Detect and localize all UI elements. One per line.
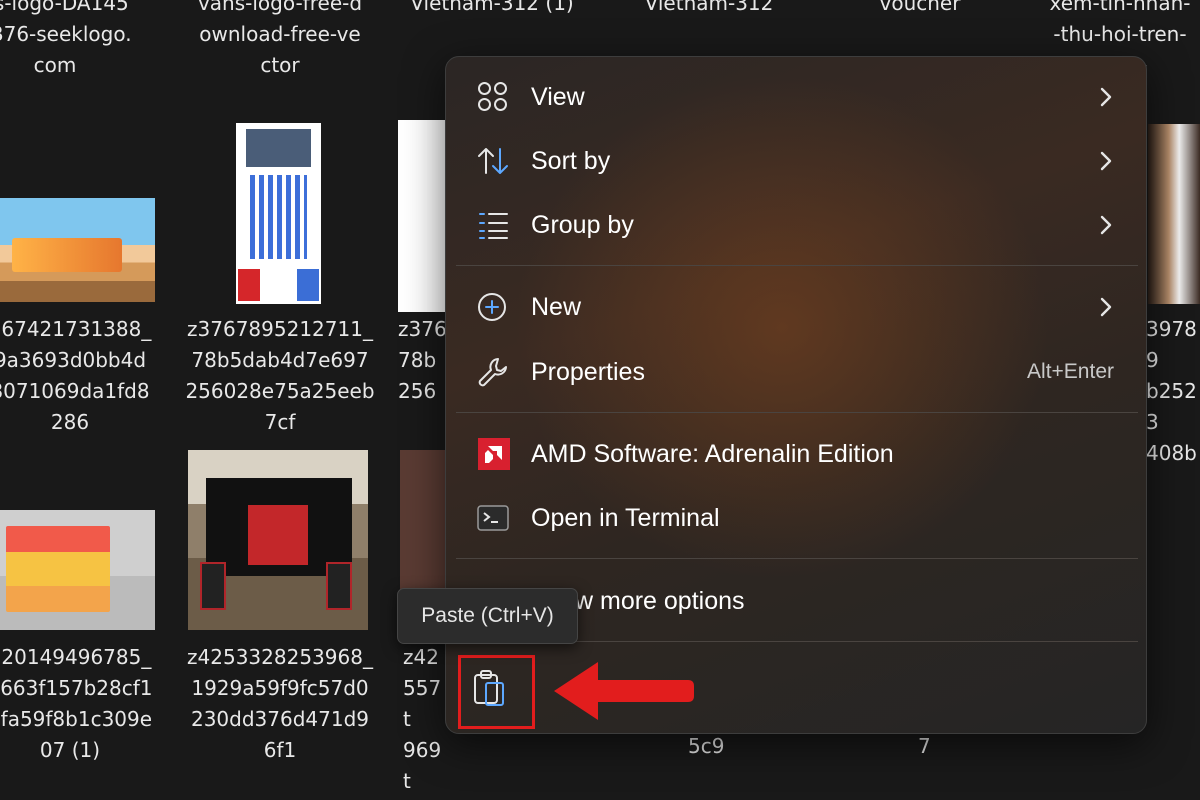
menu-item-label: Properties xyxy=(531,358,645,386)
file-name: 408b xyxy=(1146,441,1197,465)
file-item[interactable]: 820149496785_ 0663f157b28cf1 1fa59f8b1c3… xyxy=(0,642,165,766)
menu-item-label: Open in Terminal xyxy=(531,504,720,532)
display-stand-shape xyxy=(200,562,226,610)
menu-item-new[interactable]: New xyxy=(460,277,1134,337)
file-item[interactable]: voucher xyxy=(830,0,1010,19)
chevron-right-icon xyxy=(1096,145,1116,177)
sort-arrows-icon xyxy=(476,145,510,177)
file-name: ownload-free-ve xyxy=(199,22,361,46)
grid-view-icon xyxy=(476,81,510,113)
file-name: -thu-hoi-tren- xyxy=(1053,22,1187,46)
terminal-icon xyxy=(476,502,510,534)
menu-item-label: New xyxy=(531,293,582,321)
file-thumbnail[interactable] xyxy=(398,120,448,312)
file-item[interactable]: 767421731388_ 9a3693d0bb4d 8071069da1fd8… xyxy=(0,314,165,438)
file-name: 256028e75a25eeb xyxy=(185,379,375,403)
file-name: Vietnam-312 xyxy=(644,0,774,15)
file-name: 9a3693d0bb4d xyxy=(0,348,147,372)
file-name: 7cf xyxy=(264,410,296,434)
menu-item-open-in-terminal[interactable]: Open in Terminal xyxy=(460,488,1134,548)
menu-item-amd-software[interactable]: AMD Software: Adrenalin Edition xyxy=(460,424,1134,484)
file-name: z3767895212711_ xyxy=(187,317,373,341)
file-name: voucher xyxy=(879,0,961,15)
file-item[interactable]: Vietnam-312 (1) xyxy=(402,0,582,19)
file-name: 969t xyxy=(403,738,442,793)
file-item[interactable]: z42 557t 969t xyxy=(403,642,448,797)
file-item[interactable]: z4253328253968_ 1929a59f9fc57d0 230dd376… xyxy=(185,642,375,766)
file-name: 78b xyxy=(398,348,437,372)
display-stand-shape xyxy=(326,562,352,610)
file-name: z4253328253968_ xyxy=(187,645,373,669)
file-item[interactable]: ns-logo-DA145 FB76-seeklogo. com xyxy=(0,0,150,81)
file-name: 1929a59f9fc57d0 xyxy=(191,676,369,700)
file-thumbnail[interactable] xyxy=(1148,124,1200,304)
file-name: z376 xyxy=(398,317,447,341)
menu-item-sort-by[interactable]: Sort by xyxy=(460,131,1134,191)
file-name: 230dd376d471d9 xyxy=(190,707,370,731)
file-item[interactable]: vans-logo-free-d ownload-free-ve ctor xyxy=(185,0,375,81)
menu-item-label: Group by xyxy=(531,211,634,239)
file-name: z42 xyxy=(403,645,439,669)
menu-item-label: w more options xyxy=(575,587,745,615)
file-name: 78b5dab4d7e697 xyxy=(191,348,369,372)
file-name: FB76-seeklogo. xyxy=(0,22,132,46)
booth-panel-shape xyxy=(248,505,308,565)
chevron-right-icon xyxy=(1096,209,1116,241)
file-thumbnail[interactable] xyxy=(0,510,155,630)
file-name: xem-tin-nhan- xyxy=(1049,0,1191,15)
menu-separator xyxy=(456,265,1138,266)
file-name: 286 xyxy=(50,410,90,434)
file-name: b2523 xyxy=(1146,379,1197,434)
annotation-highlight-box xyxy=(458,655,535,729)
menu-separator xyxy=(456,412,1138,413)
file-name: 6f1 xyxy=(263,738,297,762)
file-name: 820149496785_ xyxy=(0,645,152,669)
file-item[interactable]: Vietnam-312 xyxy=(614,0,804,19)
file-name: 5c9 xyxy=(688,734,725,758)
menu-item-properties[interactable]: Properties Alt+Enter xyxy=(460,342,1134,402)
booth-shape xyxy=(238,269,260,301)
file-name: Vietnam-312 (1) xyxy=(410,0,574,15)
chevron-right-icon xyxy=(1096,81,1116,113)
file-name: ns-logo-DA145 xyxy=(0,0,129,15)
file-name: 767421731388_ xyxy=(0,317,152,341)
file-name: 557t xyxy=(403,676,442,731)
annotation-arrow-icon xyxy=(554,662,694,720)
file-thumbnail[interactable] xyxy=(188,450,368,630)
menu-item-label: Sort by xyxy=(531,147,611,175)
stage-shape xyxy=(246,129,311,167)
file-name: 07 (1) xyxy=(39,738,101,762)
file-name: 39789 xyxy=(1146,317,1197,372)
chevron-right-icon xyxy=(1096,291,1116,323)
file-name: 8071069da1fd8 xyxy=(0,379,150,403)
plus-circle-icon xyxy=(476,291,510,323)
booth-shape xyxy=(297,269,319,301)
file-item[interactable]: 39789 b2523 408b xyxy=(1146,314,1200,469)
file-name: com xyxy=(33,53,77,77)
file-name: vans-logo-free-d xyxy=(197,0,363,15)
seating-shape xyxy=(250,175,307,259)
file-name: ctor xyxy=(260,53,300,77)
file-name: 7 xyxy=(918,734,931,758)
wrench-icon xyxy=(476,356,510,388)
file-name: 256 xyxy=(398,379,437,403)
menu-item-group-by[interactable]: Group by xyxy=(460,195,1134,255)
amd-logo-icon xyxy=(476,438,510,470)
shortcut-text: Alt+Enter xyxy=(1027,360,1114,383)
file-thumbnail[interactable] xyxy=(236,123,321,304)
menu-separator xyxy=(456,558,1138,559)
file-name: 1fa59f8b1c309e xyxy=(0,707,153,731)
menu-item-label: AMD Software: Adrenalin Edition xyxy=(531,440,894,468)
file-thumbnail[interactable] xyxy=(0,198,155,302)
file-item[interactable]: z3767895212711_ 78b5dab4d7e697 256028e75… xyxy=(185,314,375,438)
group-list-icon xyxy=(476,209,510,241)
file-thumbnail[interactable] xyxy=(400,450,448,590)
file-name: 0663f157b28cf1 xyxy=(0,676,153,700)
file-item[interactable]: z376 78b 256 xyxy=(398,314,448,407)
menu-item-view[interactable]: View xyxy=(460,67,1134,127)
menu-item-label: View xyxy=(531,83,585,111)
paste-tooltip: Paste (Ctrl+V) xyxy=(397,588,578,644)
